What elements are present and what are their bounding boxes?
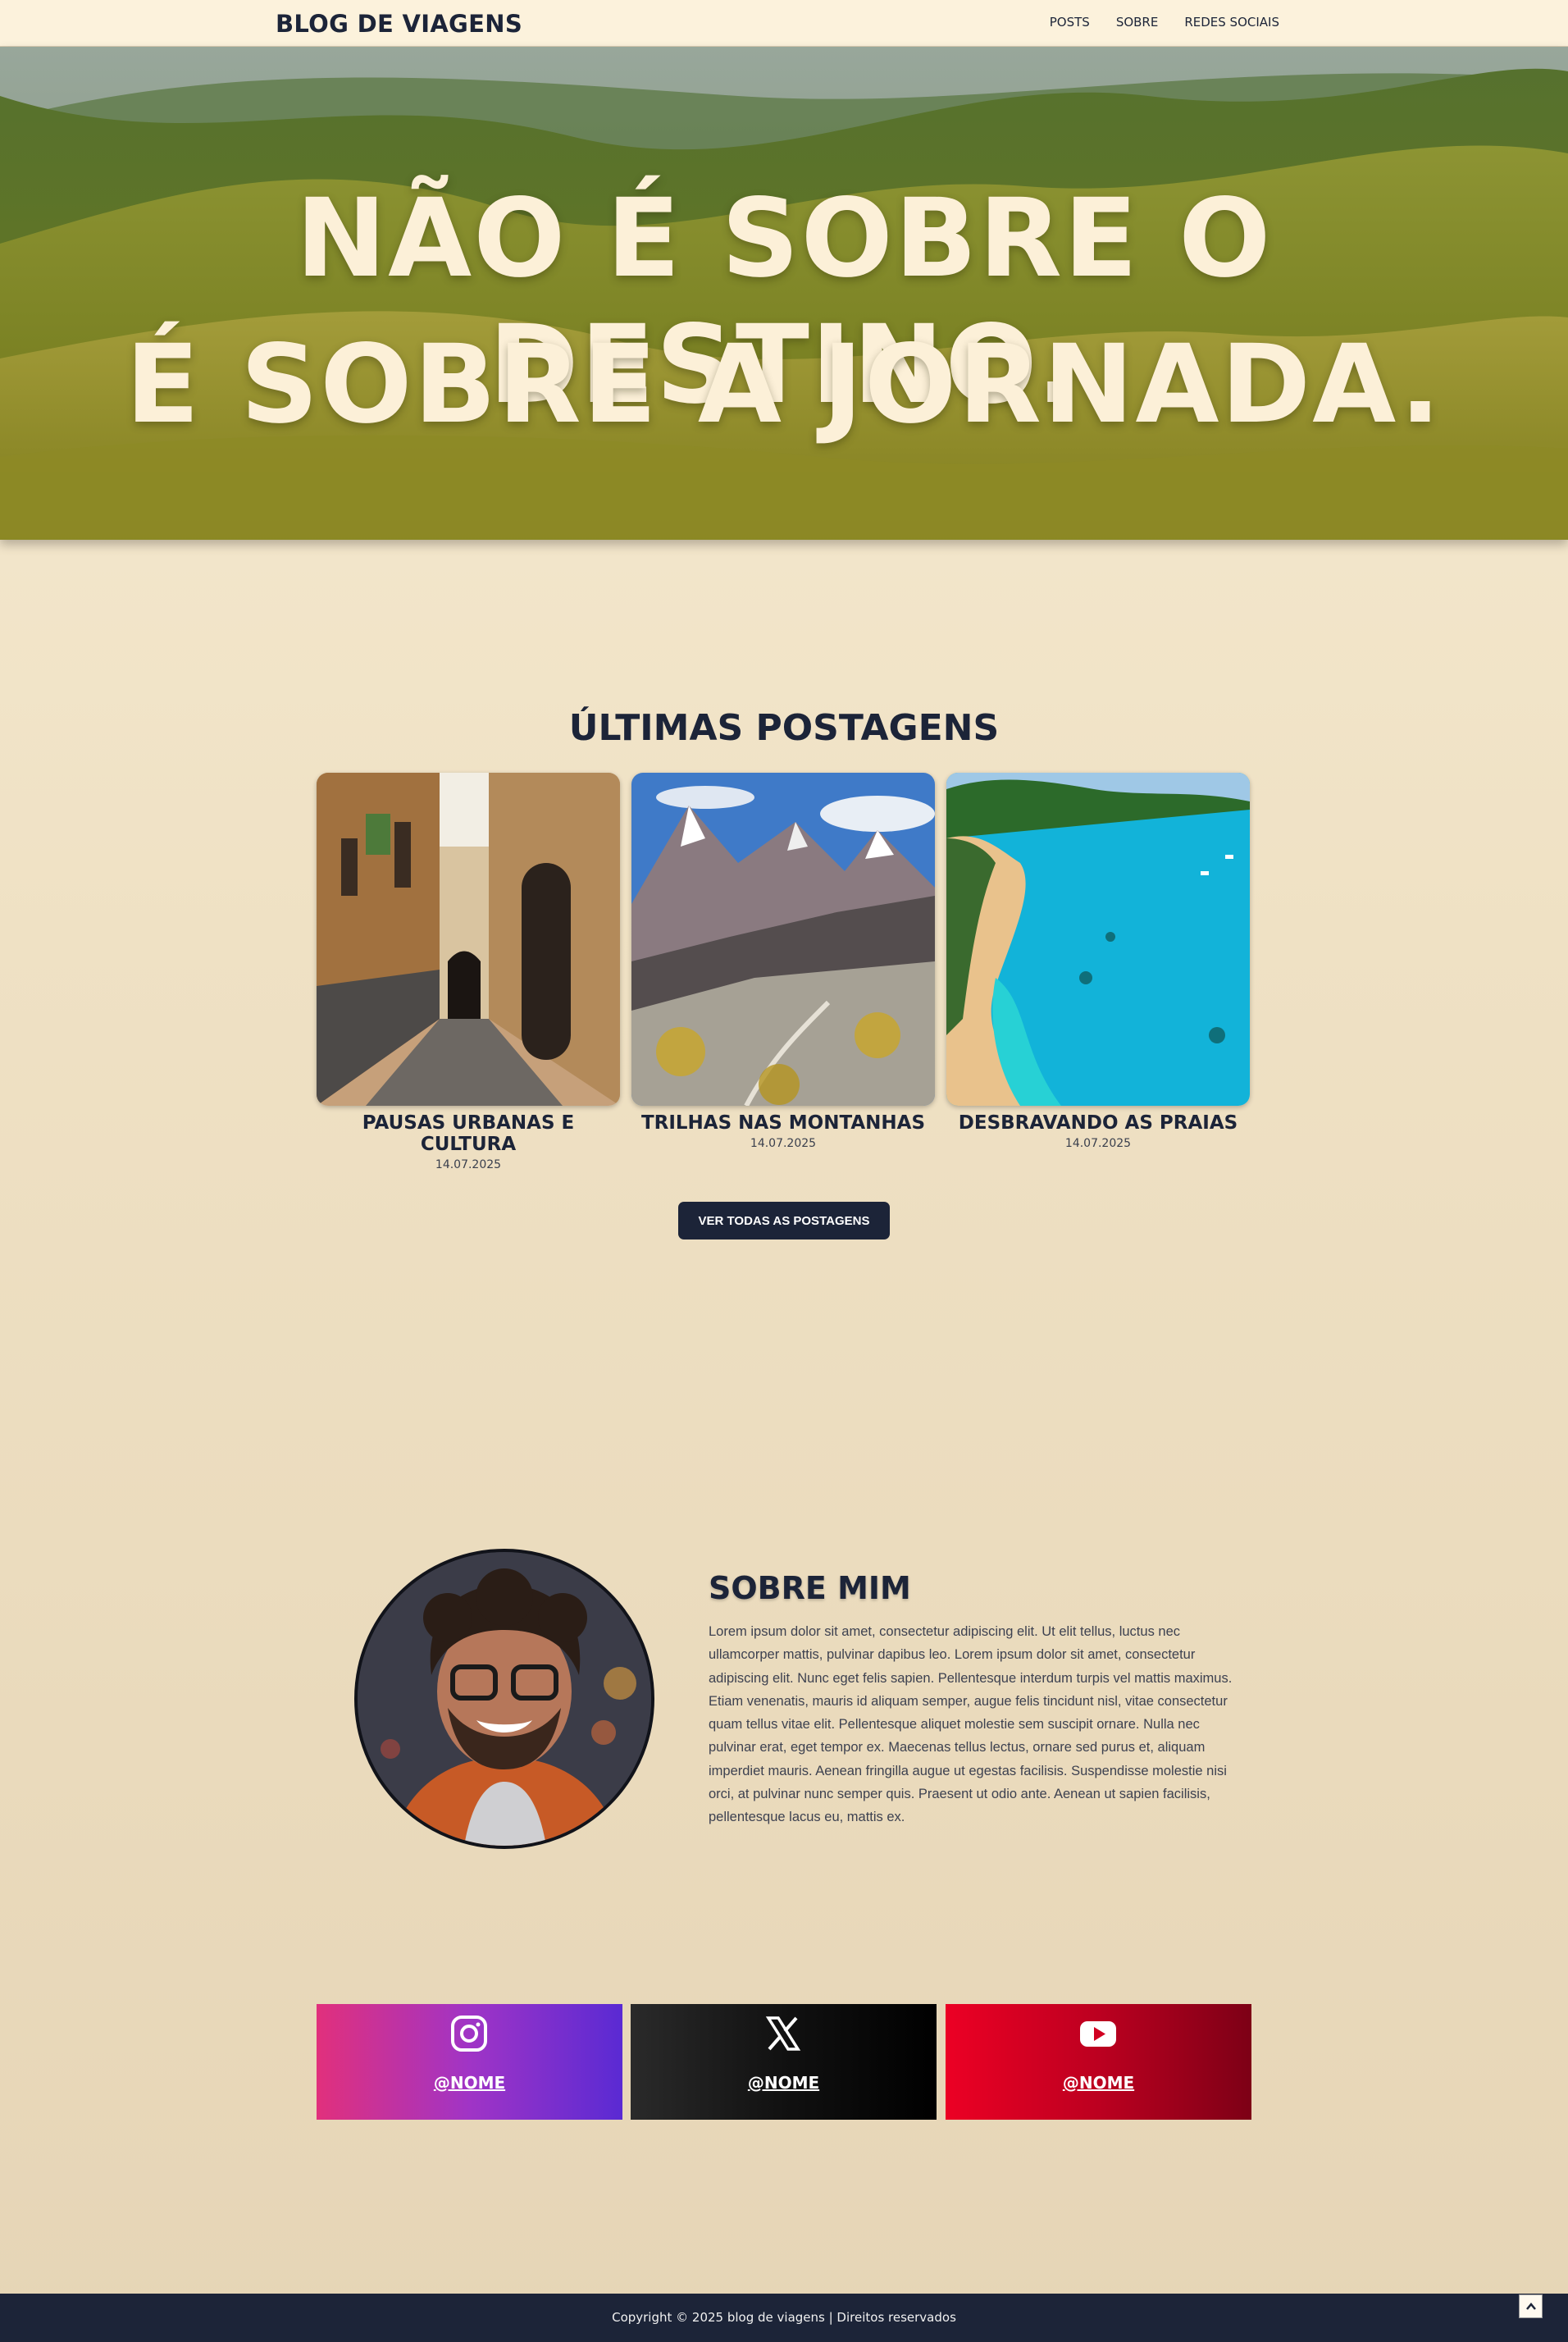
author-avatar [354,1549,654,1849]
beach-image [946,773,1250,1106]
chevron-up-icon [1525,2302,1536,2310]
post-cards: PAUSAS URBANAS E CULTURA 14.07.2025 TRIL… [317,773,1251,1171]
post-card-title: DESBRAVANDO AS PRAIAS [958,1112,1238,1134]
mountains-image [631,773,935,1106]
nav-link-posts[interactable]: POSTS [1050,15,1090,30]
post-card-mountains[interactable]: TRILHAS NAS MONTANHAS 14.07.2025 [631,773,935,1150]
post-card-urban[interactable]: PAUSAS URBANAS E CULTURA 14.07.2025 [317,773,620,1171]
instagram-handle: @NOME [433,2073,506,2093]
navbar: BLOG DE VIAGENS POSTS SOBRE REDES SOCIAI… [0,0,1568,47]
nav-link-redes-sociais[interactable]: REDES SOCIAIS [1184,15,1279,30]
post-card-date: 14.07.2025 [750,1137,817,1150]
post-card-title: TRILHAS NAS MONTANHAS [640,1112,926,1134]
hero-headline-line-2: É SOBRE A JORNADA. [125,322,1443,448]
x-handle: @NOME [747,2073,820,2093]
youtube-handle: @NOME [1062,2073,1135,2093]
x-icon [765,2016,801,2051]
about-text: Lorem ipsum dolor sit amet, consectetur … [709,1624,1233,1825]
instagram-link[interactable]: @NOME [317,2004,622,2120]
nav-menu: POSTS SOBRE REDES SOCIAIS [1050,15,1279,30]
latest-posts-title: ÚLTIMAS POSTAGENS [568,707,1000,749]
post-card-beaches[interactable]: DESBRAVANDO AS PRAIAS 14.07.2025 [946,773,1250,1150]
post-card-date: 14.07.2025 [435,1158,502,1171]
view-all-posts-button[interactable]: VER TODAS AS POSTAGENS [678,1202,890,1239]
post-card-title: PAUSAS URBANAS E CULTURA [362,1112,575,1155]
hero-banner: NÃO É SOBRE O DESTINO. É SOBRE A JORNADA… [0,47,1568,540]
x-link[interactable]: @NOME [631,2004,937,2120]
post-card-date: 14.07.2025 [1064,1137,1132,1150]
nav-link-sobre[interactable]: SOBRE [1116,15,1159,30]
urban-street-image [317,773,620,1106]
youtube-icon [1080,2021,1116,2047]
instagram-icon [451,2016,487,2052]
about-title: SOBRE MIM [709,1570,911,1606]
site-brand[interactable]: BLOG DE VIAGENS [276,10,522,38]
back-to-top-button[interactable] [1519,2294,1543,2318]
youtube-link[interactable]: @NOME [946,2004,1251,2120]
copyright-text: Copyright © 2025 blog de viagens | Direi… [612,2310,956,2325]
footer: Copyright © 2025 blog de viagens | Direi… [0,2294,1568,2342]
